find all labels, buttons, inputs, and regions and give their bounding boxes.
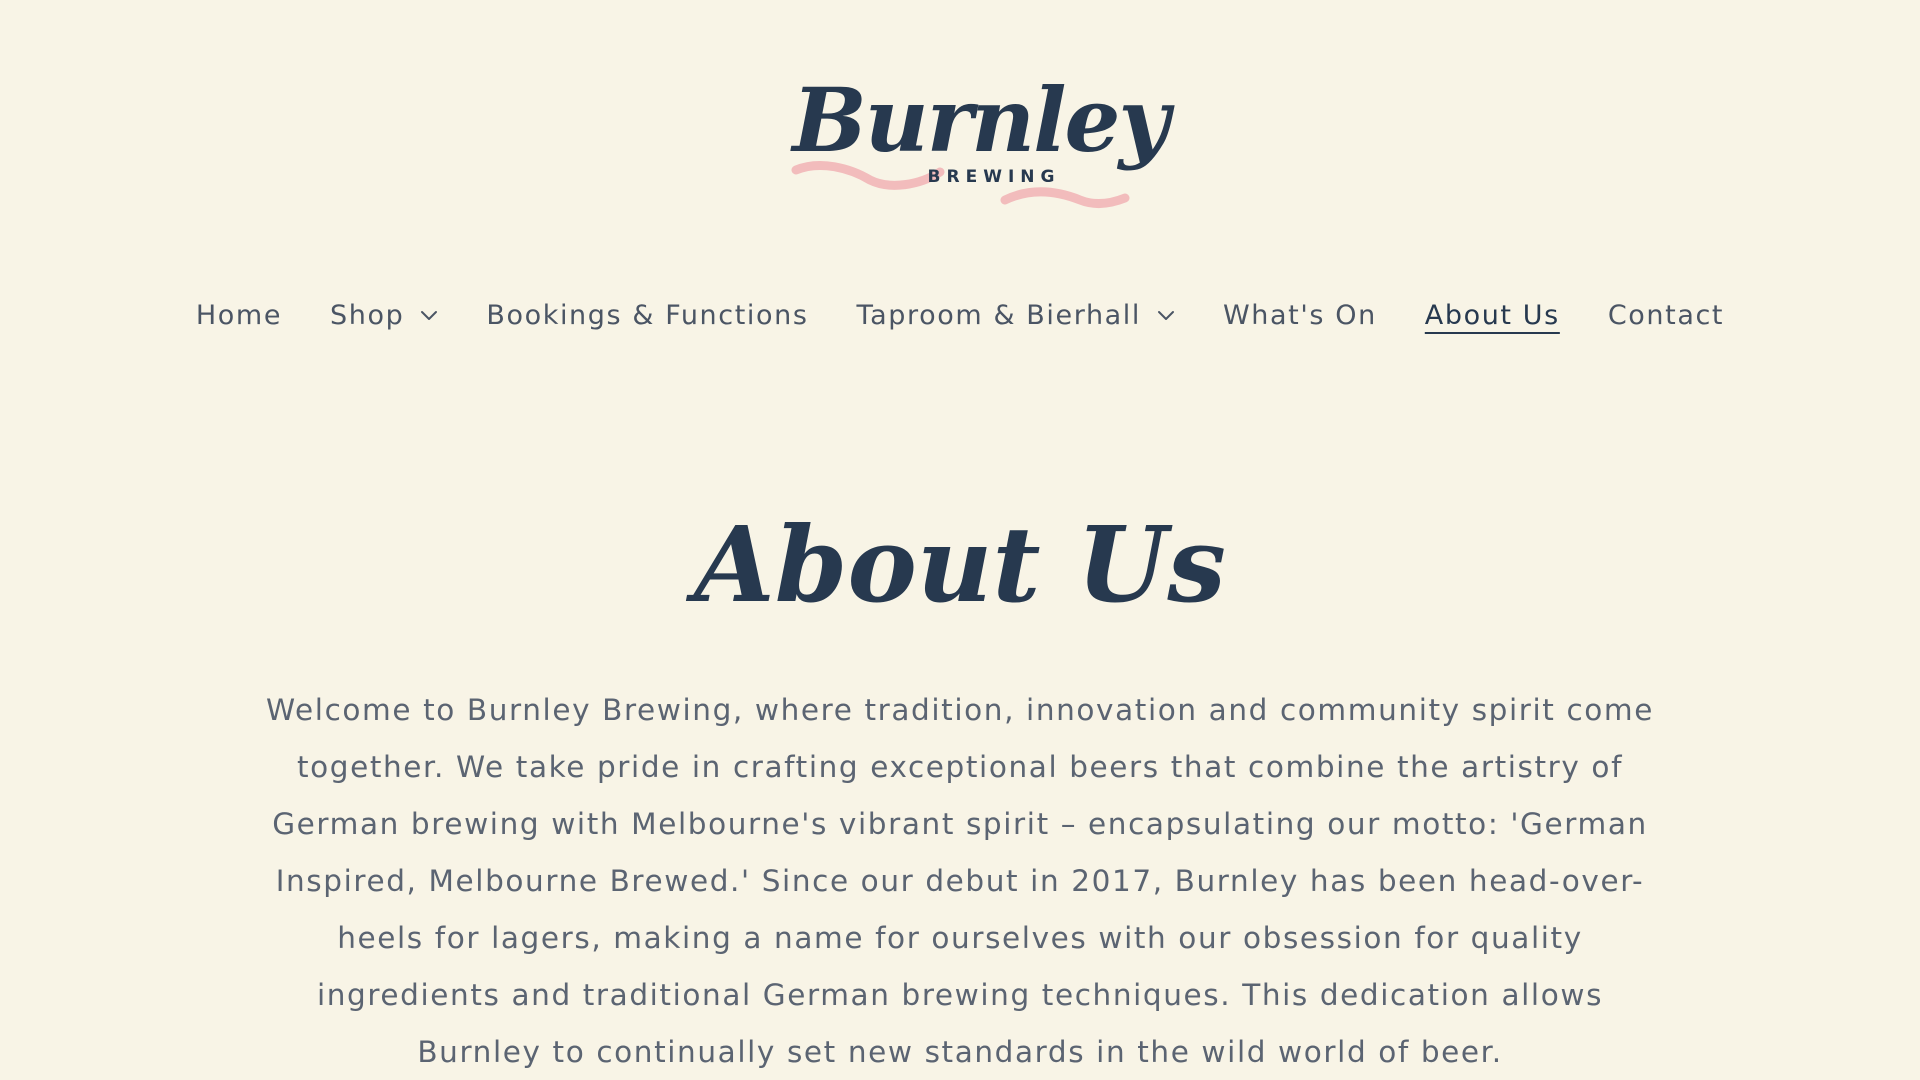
chevron-down-icon [421,311,438,320]
main-navigation: Home Shop Bookings & Functions Taproom &… [0,290,1920,340]
nav-item-home[interactable]: Home [196,300,282,331]
nav-item-label: Shop [330,299,405,331]
about-body-text: Welcome to Burnley Brewing, where tradit… [265,693,1655,1069]
nav-item-bookings-functions[interactable]: Bookings & Functions [486,300,808,331]
nav-item-taproom-bierhall[interactable]: Taproom & Bierhall [857,300,1176,331]
nav-item-contact[interactable]: Contact [1608,300,1724,331]
chevron-down-icon [1158,311,1175,320]
site-header: Burnley BREWING Home Shop Bookings & Fun… [0,0,1920,360]
logo-subtitle: BREWING [927,167,1061,187]
nav-item-label: Bookings & Functions [486,299,809,331]
page-title: About Us [694,502,1226,626]
nav-item-label: Home [195,299,283,331]
nav-item-label: What's On [1223,299,1377,331]
nav-item-label: Taproom & Bierhall [856,299,1142,331]
brand-logo[interactable]: Burnley BREWING [790,60,1170,220]
nav-item-about-us[interactable]: About Us [1425,300,1560,331]
logo-wordmark: Burnley [792,68,1169,172]
nav-item-label: About Us [1424,299,1560,331]
nav-item-whats-on[interactable]: What's On [1223,300,1377,331]
nav-item-shop[interactable]: Shop [330,300,438,331]
nav-item-label: Contact [1607,299,1725,331]
